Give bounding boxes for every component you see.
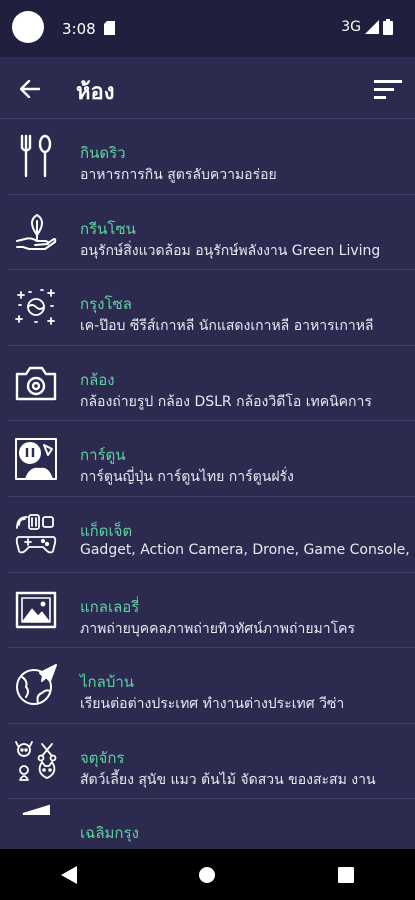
room-name: กรุงโซล (80, 295, 132, 314)
signal-icon (365, 20, 379, 34)
fork-spoon-icon (14, 134, 58, 178)
room-name: แกลเลอรี่ (80, 597, 140, 616)
arrow-back-icon (20, 80, 40, 98)
room-name: กรีนโซน (80, 219, 136, 238)
room-item[interactable]: กรีนโซน อนุรักษ์สิ่งแวดล้อม อนุรักษ์พลัง… (8, 195, 415, 271)
room-description: ภาพถ่ายบุคคลภาพถ่ายทิวทัศน์ภาพถ่ายมาโคร (80, 620, 356, 637)
room-description: อาหารการกิน สูตรลับความอร่อย (80, 167, 277, 183)
notification-dot (12, 11, 44, 43)
square-recents-icon (337, 866, 354, 883)
status-bar: 3:08 3G (0, 0, 415, 57)
korea-sparkle-icon (14, 285, 58, 329)
back-button[interactable] (14, 73, 46, 105)
app-bar: ห้อง (0, 57, 415, 119)
triangle-back-icon (61, 865, 78, 884)
gallery-icon (14, 588, 58, 632)
room-item[interactable]: กล้อง กล้องถ่ายรูป กล้อง DSLR กล้องวิดีโ… (8, 346, 415, 422)
status-time: 3:08 (62, 20, 96, 38)
nav-home-button[interactable] (187, 855, 227, 895)
sort-button[interactable] (371, 73, 405, 105)
circle-home-icon (199, 866, 216, 883)
room-item[interactable]: กรุงโซล เค-ป๊อบ ซีรีส์เกาหลี นักแสดงเกาห… (8, 270, 415, 346)
network-type: 3G (341, 19, 361, 35)
room-name: เฉลิมกรุง (80, 824, 139, 843)
sort-icon (374, 80, 402, 99)
status-indicators: 3G (341, 19, 393, 35)
room-name: แก็ดเจ็ต (80, 521, 133, 540)
theater-icon (14, 803, 58, 847)
room-name: ไกลบ้าน (80, 673, 135, 692)
room-description: เรียนต่อต่างประเทศ ทำงานต่างประเทศ วีซ่า (80, 696, 345, 713)
room-item[interactable]: กินดริว อาหารการกิน สูตรลับความอร่อย (8, 119, 415, 195)
room-description: การ์ตูนญี่ปุ่น การ์ตูนไทย การ์ตูนฝรั่ง (80, 469, 294, 486)
gadget-icon (14, 512, 58, 556)
nav-back-button[interactable] (49, 855, 89, 895)
room-name: จตุจักร (80, 748, 125, 767)
globe-plane-icon (14, 663, 58, 707)
camera-icon (14, 361, 58, 405)
room-name: การ์ตูน (80, 446, 126, 465)
room-item[interactable]: ไกลบ้าน เรียนต่อต่างประเทศ ทำงานต่างประเ… (8, 648, 415, 724)
sd-card-icon (104, 21, 115, 35)
plant-hand-icon (14, 210, 58, 254)
room-name: กล้อง (80, 370, 115, 389)
room-item[interactable]: การ์ตูน การ์ตูนญี่ปุ่น การ์ตูนไทย การ์ตู… (8, 421, 415, 497)
room-description: Gadget, Action Camera, Drone, Game Conso… (80, 541, 410, 558)
room-description: สัตว์เลี้ยง สุนัข แมว ต้นไม้ จัดสวน ของส… (80, 771, 376, 788)
battery-icon (383, 19, 393, 35)
room-description: เค-ป๊อบ ซีรีส์เกาหลี นักแสดงเกาหลี อาหาร… (80, 318, 374, 335)
room-item[interactable]: เฉลิมกรุง (8, 799, 415, 849)
room-list: กินดริว อาหารการกิน สูตรลับความอร่อย กรี… (0, 119, 415, 849)
page-title: ห้อง (76, 80, 115, 105)
room-description: อนุรักษ์สิ่งแวดล้อม อนุรักษ์พลังงาน Gree… (80, 242, 381, 259)
room-item[interactable]: จตุจักร สัตว์เลี้ยง สุนัข แมว ต้นไม้ จัด… (8, 724, 415, 800)
room-item[interactable]: แก็ดเจ็ต Gadget, Action Camera, Drone, G… (8, 497, 415, 573)
cartoon-icon (14, 437, 58, 481)
nav-recents-button[interactable] (326, 855, 366, 895)
room-item[interactable]: แกลเลอรี่ ภาพถ่ายบุคคลภาพถ่ายทิวทัศน์ภาพ… (8, 573, 415, 649)
room-description: กล้องถ่ายรูป กล้อง DSLR กล้องวิดีโอ เทคน… (80, 393, 372, 410)
room-name: กินดริว (80, 144, 126, 162)
pets-icon (14, 739, 58, 783)
system-nav-bar (0, 849, 415, 900)
